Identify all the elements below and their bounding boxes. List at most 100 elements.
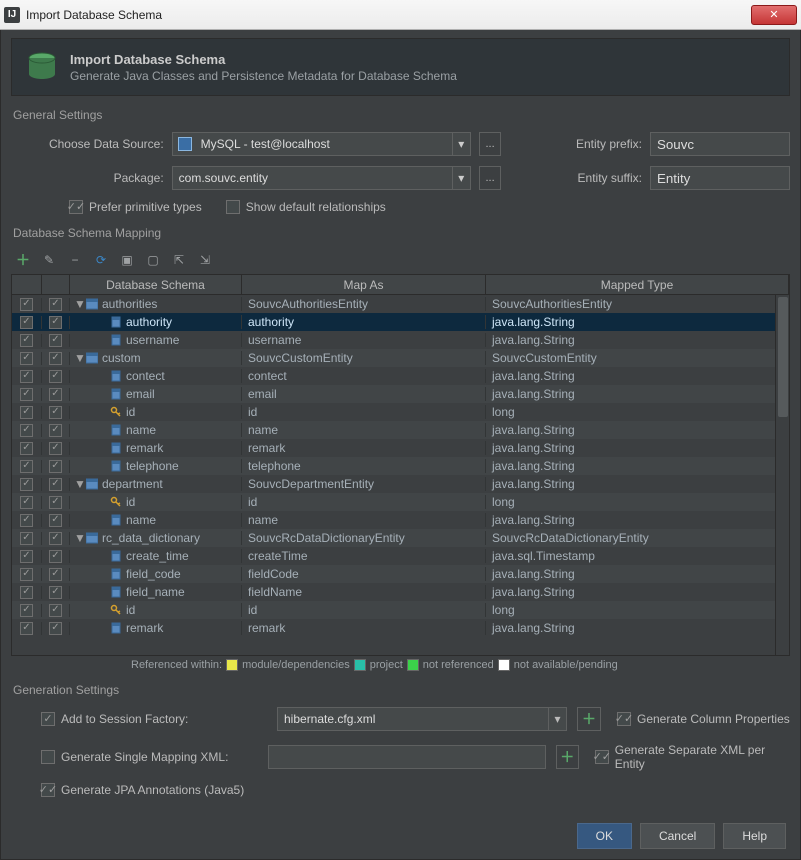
entity-prefix-input[interactable] <box>650 132 790 156</box>
mapped-type-value: java.lang.String <box>486 423 789 437</box>
close-button[interactable]: ✕ <box>751 5 797 25</box>
refresh-icon[interactable]: ⟳ <box>93 252 109 268</box>
expand-icon[interactable]: ⇱ <box>171 252 187 268</box>
show-default-relationships-checkbox[interactable]: Show default relationships <box>226 200 386 214</box>
add-session-button[interactable]: ＋ <box>577 707 601 731</box>
table-row[interactable]: remarkremarkjava.lang.String <box>12 619 789 637</box>
scrollbar[interactable] <box>775 295 789 655</box>
table-row[interactable]: telephonetelephonejava.lang.String <box>12 457 789 475</box>
row-checkbox[interactable] <box>20 352 33 365</box>
row-checkbox2[interactable] <box>49 442 62 455</box>
data-source-combo[interactable]: MySQL - test@localhost ▾ <box>172 132 471 156</box>
help-button[interactable]: Help <box>723 823 786 849</box>
row-checkbox2[interactable] <box>49 352 62 365</box>
table-row[interactable]: ▼departmentSouvcDepartmentEntityjava.lan… <box>12 475 789 493</box>
row-checkbox[interactable] <box>20 406 33 419</box>
table-row[interactable]: field_codefieldCodejava.lang.String <box>12 565 789 583</box>
row-checkbox2[interactable] <box>49 460 62 473</box>
table-row[interactable]: remarkremarkjava.lang.String <box>12 439 789 457</box>
row-checkbox[interactable] <box>20 586 33 599</box>
package-combo[interactable]: com.souvc.entity ▾ <box>172 166 471 190</box>
chevron-down-icon[interactable]: ▾ <box>548 708 566 730</box>
data-source-more-button[interactable]: ... <box>479 132 502 156</box>
prefer-primitive-checkbox[interactable]: ✓Prefer primitive types <box>69 200 202 214</box>
row-checkbox2[interactable] <box>49 298 62 311</box>
add-session-checkbox[interactable]: ✓ <box>41 712 55 726</box>
row-checkbox[interactable] <box>20 424 33 437</box>
table-row[interactable]: create_timecreateTimejava.sql.Timestamp <box>12 547 789 565</box>
row-checkbox[interactable] <box>20 442 33 455</box>
select-none-icon[interactable]: ▢ <box>145 252 161 268</box>
table-row[interactable]: ididlong <box>12 493 789 511</box>
row-checkbox2[interactable] <box>49 334 62 347</box>
row-checkbox2[interactable] <box>49 424 62 437</box>
row-checkbox[interactable] <box>20 496 33 509</box>
row-checkbox2[interactable] <box>49 514 62 527</box>
table-row[interactable]: namenamejava.lang.String <box>12 421 789 439</box>
add-xml-button[interactable]: ＋ <box>556 745 579 769</box>
table-row[interactable]: field_namefieldNamejava.lang.String <box>12 583 789 601</box>
header-mapas[interactable]: Map As <box>242 275 486 294</box>
row-checkbox[interactable] <box>20 604 33 617</box>
header-type[interactable]: Mapped Type <box>486 275 789 294</box>
row-checkbox[interactable] <box>20 514 33 527</box>
session-factory-combo[interactable]: hibernate.cfg.xml▾ <box>277 707 567 731</box>
row-checkbox2[interactable] <box>49 622 62 635</box>
single-xml-input[interactable] <box>268 745 546 769</box>
ok-button[interactable]: OK <box>577 823 632 849</box>
chevron-down-icon[interactable]: ▾ <box>452 167 470 189</box>
row-checkbox[interactable] <box>20 388 33 401</box>
schema-name: name <box>126 513 156 527</box>
row-checkbox[interactable] <box>20 334 33 347</box>
table-row[interactable]: namenamejava.lang.String <box>12 511 789 529</box>
table-row[interactable]: ididlong <box>12 601 789 619</box>
row-checkbox[interactable] <box>20 370 33 383</box>
expander-icon[interactable]: ▼ <box>74 477 86 491</box>
row-checkbox[interactable] <box>20 568 33 581</box>
row-checkbox2[interactable] <box>49 478 62 491</box>
table-row[interactable]: ▼authoritiesSouvcAuthoritiesEntitySouvcA… <box>12 295 789 313</box>
row-checkbox[interactable] <box>20 478 33 491</box>
select-all-icon[interactable]: ▣ <box>119 252 135 268</box>
header-schema[interactable]: Database Schema <box>70 275 242 294</box>
generate-column-properties-checkbox[interactable]: ✓Generate Column Properties <box>617 712 790 726</box>
generate-jpa-checkbox[interactable]: ✓Generate JPA Annotations (Java5) <box>41 783 244 797</box>
chevron-down-icon[interactable]: ▾ <box>452 133 470 155</box>
row-checkbox2[interactable] <box>49 388 62 401</box>
row-checkbox2[interactable] <box>49 316 62 329</box>
cancel-button[interactable]: Cancel <box>640 823 715 849</box>
table-row[interactable]: authorityauthorityjava.lang.String <box>12 313 789 331</box>
row-checkbox[interactable] <box>20 460 33 473</box>
package-more-button[interactable]: ... <box>479 166 502 190</box>
table-row[interactable]: emailemailjava.lang.String <box>12 385 789 403</box>
row-checkbox[interactable] <box>20 532 33 545</box>
row-checkbox2[interactable] <box>49 550 62 563</box>
key-icon <box>110 496 122 508</box>
row-checkbox2[interactable] <box>49 532 62 545</box>
table-row[interactable]: ▼customSouvcCustomEntitySouvcCustomEntit… <box>12 349 789 367</box>
table-row[interactable]: contectcontectjava.lang.String <box>12 367 789 385</box>
expander-icon[interactable]: ▼ <box>74 531 86 545</box>
generate-single-xml-checkbox[interactable] <box>41 750 55 764</box>
row-checkbox[interactable] <box>20 622 33 635</box>
row-checkbox2[interactable] <box>49 568 62 581</box>
table-row[interactable]: ▼rc_data_dictionarySouvcRcDataDictionary… <box>12 529 789 547</box>
add-icon[interactable]: ＋ <box>15 252 31 268</box>
remove-icon[interactable]: − <box>67 252 83 268</box>
edit-icon[interactable]: ✎ <box>41 252 57 268</box>
entity-suffix-input[interactable] <box>650 166 790 190</box>
collapse-icon[interactable]: ⇲ <box>197 252 213 268</box>
row-checkbox[interactable] <box>20 316 33 329</box>
row-checkbox2[interactable] <box>49 370 62 383</box>
expander-icon[interactable]: ▼ <box>74 351 86 365</box>
row-checkbox2[interactable] <box>49 496 62 509</box>
row-checkbox2[interactable] <box>49 604 62 617</box>
table-row[interactable]: ididlong <box>12 403 789 421</box>
generate-separate-xml-checkbox[interactable]: ✓Generate Separate XML per Entity <box>595 743 790 771</box>
row-checkbox2[interactable] <box>49 406 62 419</box>
expander-icon[interactable]: ▼ <box>74 297 86 311</box>
table-row[interactable]: usernameusernamejava.lang.String <box>12 331 789 349</box>
row-checkbox2[interactable] <box>49 586 62 599</box>
row-checkbox[interactable] <box>20 298 33 311</box>
row-checkbox[interactable] <box>20 550 33 563</box>
